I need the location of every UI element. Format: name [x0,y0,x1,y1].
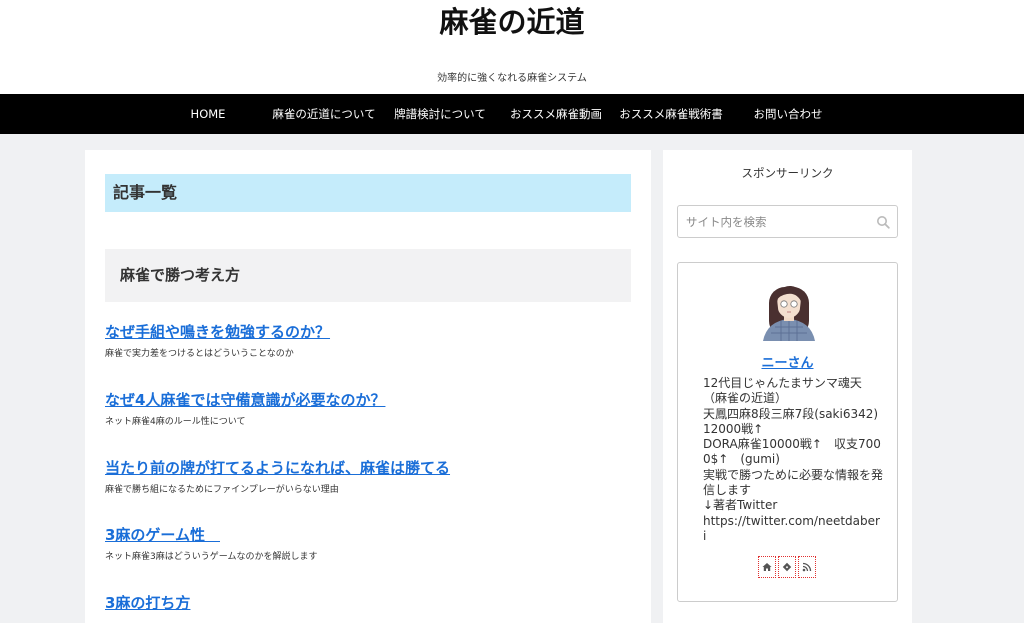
global-nav: HOME 麻雀の近道について 牌譜検討について おススメ麻雀動画 おススメ麻雀戦… [0,94,1024,134]
post-item: 3麻のゲーム性 ネット麻雀3麻はどういうゲームなのかを解説します [105,525,631,564]
author-bio: 12代目じゃんたまサンマ魂天（麻雀の近道） 天鳳四麻8段三麻7段(saki634… [703,376,884,543]
post-title[interactable]: 3麻の打ち方 [105,593,631,613]
author-profile-box: ニーさん 12代目じゃんたまサンマ魂天（麻雀の近道） 天鳳四麻8段三麻7段(sa… [677,262,898,602]
post-item: なぜ手組や鳴きを勉強するのか？ 麻雀で実力差をつけるとはどういうことなのか [105,322,631,361]
site-tagline: 効率的に強くなれる麻雀システム [437,73,587,84]
feedly-icon [782,562,792,572]
post-description: 麻雀で実力差をつけるとはどういうことなのか [105,349,294,359]
post-item: なぜ4人麻雀では守備意識が必要なのか？ ネット麻雀4麻のルール性について [105,390,631,429]
feedly-link[interactable] [778,556,796,578]
search-icon[interactable] [876,215,890,229]
site-title[interactable]: 麻雀の近道 [0,2,1024,42]
post-title[interactable]: 3麻のゲーム性 [105,525,631,545]
nav-item-home[interactable]: HOME [174,94,242,134]
home-icon [762,563,772,571]
rss-link[interactable] [798,556,816,578]
site-header: 麻雀の近道 効率的に強くなれる麻雀システム [0,0,1024,94]
post-item: 当たり前の牌が打てるようになれば、麻雀は勝てる 麻雀で勝ち組になるためにファイン… [105,458,631,497]
nav-item-books[interactable]: おススメ麻雀戦術書 [614,94,728,134]
nav-item-contact[interactable]: お問い合わせ [748,94,828,134]
nav-item-haifu[interactable]: 牌譜検討について [388,94,492,134]
category-heading: 麻雀で勝つ考え方 [105,249,631,302]
post-description: ネット麻雀3麻はどういうゲームなのかを解説します [105,552,318,562]
post-description: ネット麻雀4麻のルール性について [105,417,246,427]
avatar [763,285,815,341]
post-title[interactable]: 当たり前の牌が打てるようになれば、麻雀は勝てる [105,458,631,478]
sponsor-label: スポンサーリンク [741,166,834,180]
post-description: 麻雀で勝ち組になるためにファインプレーがいらない理由 [105,485,339,495]
post-title[interactable]: なぜ手組や鳴きを勉強するのか？ [105,322,631,342]
page-heading: 記事一覧 [105,174,631,212]
rss-icon [802,562,812,572]
home-link[interactable] [758,556,776,578]
post-title[interactable]: なぜ4人麻雀では守備意識が必要なのか？ [105,390,631,410]
nav-item-about[interactable]: 麻雀の近道について [266,94,382,134]
sidebar: スポンサーリンク ニーさん 12代目じゃんたまサンマ魂天（麻雀の近道） 天鳳四麻… [663,150,912,623]
author-name[interactable]: ニーさん [678,355,897,373]
search-input[interactable] [678,206,868,237]
nav-item-videos[interactable]: おススメ麻雀動画 [504,94,608,134]
search-box [677,205,898,238]
main-content: 記事一覧 麻雀で勝つ考え方 なぜ手組や鳴きを勉強するのか？ 麻雀で実力差をつける… [85,150,651,623]
social-links [758,556,816,578]
post-item: 3麻の打ち方 [105,593,631,613]
